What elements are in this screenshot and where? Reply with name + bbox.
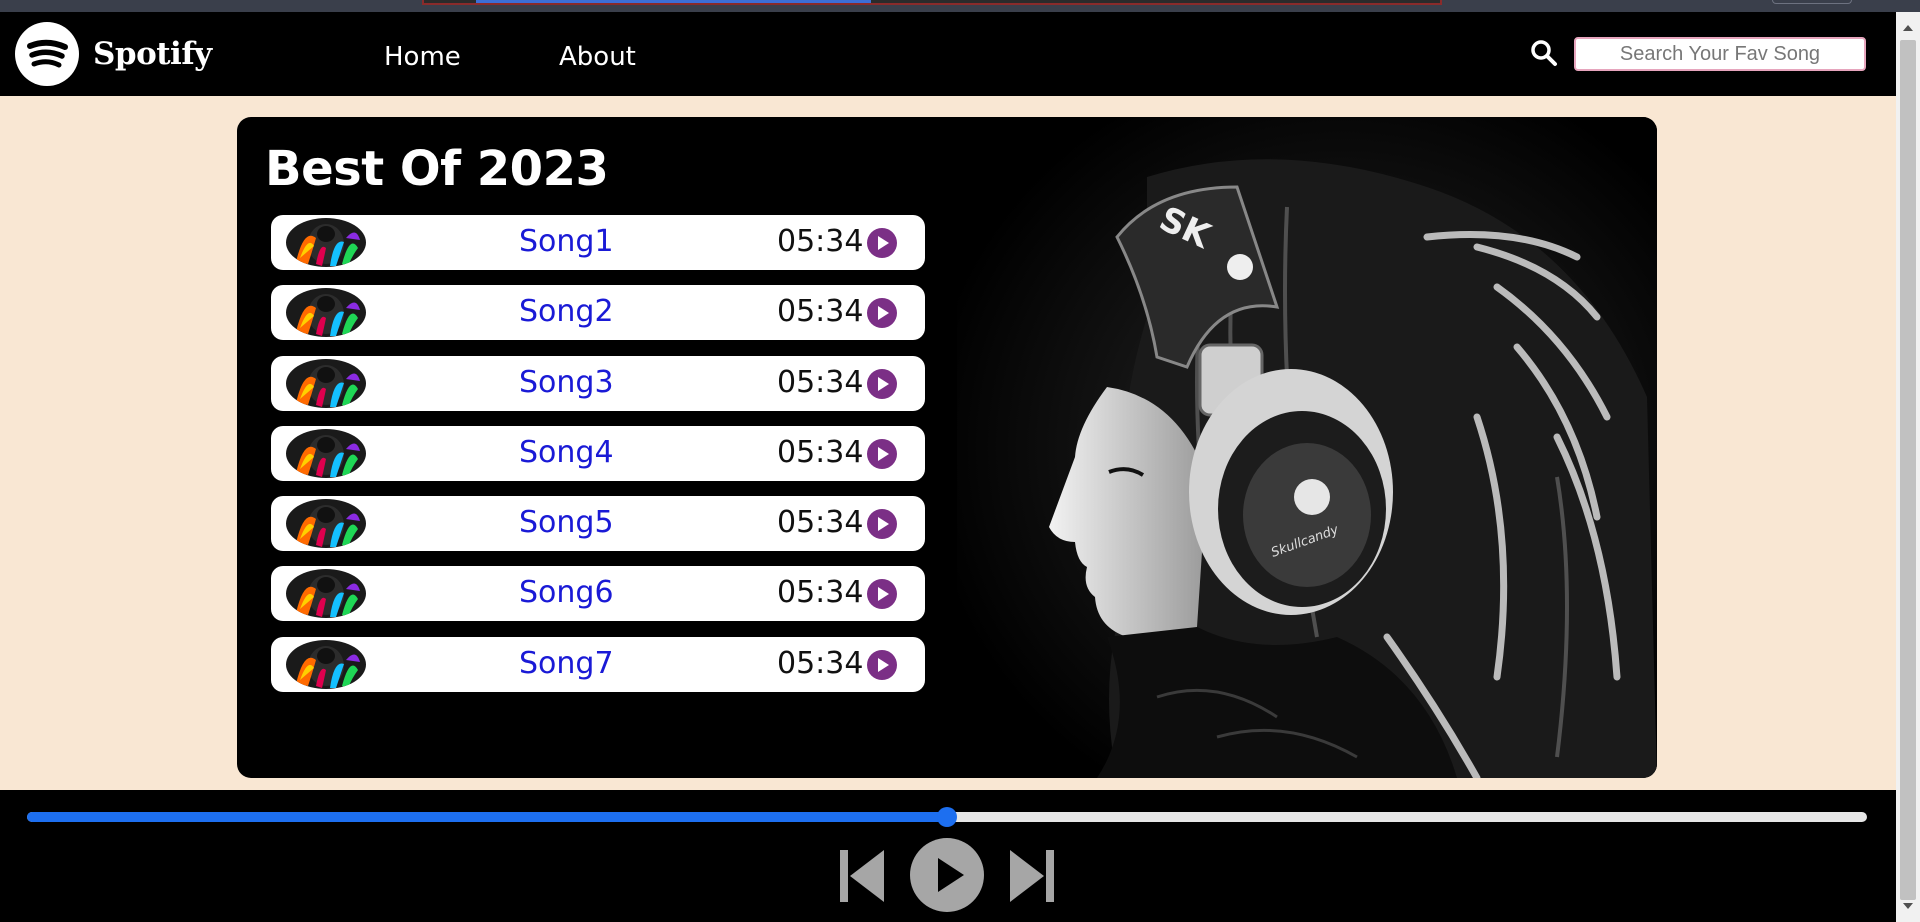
album-art-thumbnail [286,499,366,549]
song-duration: 05:34 [777,434,864,470]
scrollbar-thumb[interactable] [1900,40,1916,900]
song-duration: 05:34 [777,645,864,681]
album-art-thumbnail [286,569,366,619]
play-circle-icon[interactable] [867,579,897,610]
song-row[interactable]: Song6 05:34 [271,566,925,622]
playlist-card: Best Of 2023 Song1 05:34 Song2 05:34 Son… [237,117,1657,778]
song-duration: 05:34 [777,575,864,611]
search-icon[interactable] [1530,39,1558,67]
scroll-up-arrow-icon[interactable] [1902,22,1914,34]
next-icon[interactable] [1008,846,1056,906]
album-art-thumbnail [286,288,366,338]
song-duration: 05:34 [777,505,864,541]
song-row[interactable]: Song7 05:34 [271,636,925,692]
play-circle-icon[interactable] [867,649,897,680]
song-name: Song7 [519,645,614,681]
song-row[interactable]: Song3 05:34 [271,355,925,411]
song-duration: 05:34 [777,294,864,330]
nav-link-home[interactable]: Home [384,42,461,72]
previous-icon[interactable] [838,846,886,906]
song-name: Song2 [519,294,614,330]
song-row[interactable]: Song4 05:34 [271,425,925,481]
headphones-portrait-image: SK Skullcandy [957,117,1657,778]
play-circle-icon[interactable] [867,228,897,258]
progress-handle[interactable] [937,807,957,827]
progress-fill [27,812,947,822]
song-duration: 05:34 [777,224,864,259]
album-art-thumbnail [286,358,366,408]
spotify-logo-icon [15,22,79,86]
album-art-thumbnail [286,428,366,478]
browser-pill-remnant [1772,0,1852,4]
song-list: Song1 05:34 Song2 05:34 Song3 05:34 Song… [271,215,925,707]
play-circle-icon[interactable] [867,298,897,329]
song-name: Song6 [519,575,614,611]
search-input[interactable] [1574,37,1866,71]
browser-frame-remnant [422,0,1442,5]
navbar: Spotify Home About [0,12,1896,96]
page-scrollbar[interactable] [1896,12,1920,922]
browser-top-strip [0,0,1920,12]
playlist-title: Best Of 2023 [265,141,609,197]
song-name: Song1 [519,224,614,259]
player-bar [0,790,1896,922]
song-row[interactable]: Song1 05:34 [271,215,925,270]
app-viewport: Spotify Home About Best Of 2023 Song1 05… [0,0,1920,922]
album-art-thumbnail [286,639,366,689]
song-name: Song4 [519,434,614,470]
play-circle-icon[interactable] [867,509,897,540]
play-icon[interactable] [910,838,984,912]
scroll-down-arrow-icon[interactable] [1902,900,1914,912]
album-art-thumbnail [286,218,366,267]
song-row[interactable]: Song2 05:34 [271,285,925,341]
song-row[interactable]: Song5 05:34 [271,496,925,552]
play-circle-icon[interactable] [867,438,897,469]
logo[interactable]: Spotify [15,22,212,86]
progress-slider[interactable] [27,807,1867,827]
nav-link-about[interactable]: About [559,42,636,72]
playback-controls [838,838,1058,918]
song-name: Song5 [519,505,614,541]
brand-name: Spotify [93,36,212,72]
song-duration: 05:34 [777,364,864,400]
song-name: Song3 [519,364,614,400]
play-circle-icon[interactable] [867,368,897,399]
